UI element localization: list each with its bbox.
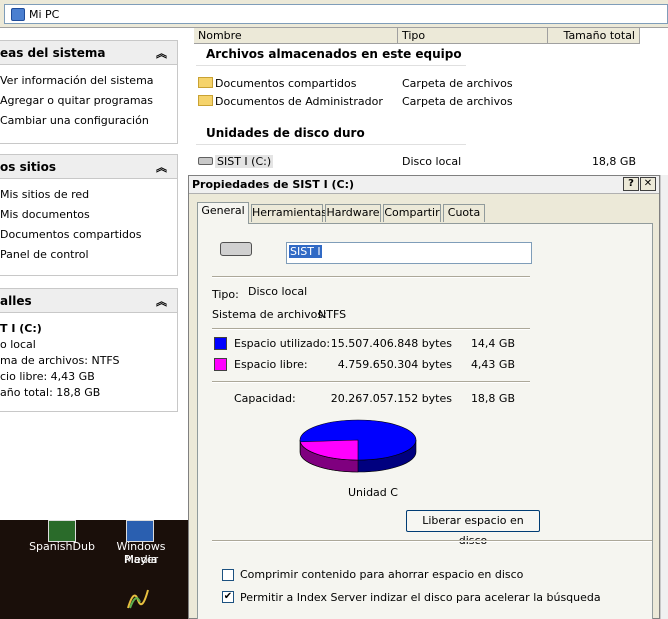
details-drive-name: T I (C:) [0, 322, 42, 335]
desktop-icon-label[interactable]: SpanishDub [26, 540, 98, 553]
used-bytes: 15.507.406.848 bytes [330, 337, 452, 350]
disk-label: Unidad C [348, 486, 398, 499]
disk-cleanup-button[interactable]: Liberar espacio en disco [406, 510, 540, 547]
column-header-size[interactable]: Tamaño total [548, 28, 640, 44]
other-places-header[interactable]: os sitios ︽ [0, 155, 177, 179]
tab-hardware[interactable]: Hardware [325, 204, 381, 222]
desktop-icon-label[interactable]: Player [100, 553, 182, 566]
system-tasks-header[interactable]: eas del sistema ︽ [0, 41, 177, 65]
column-header-type[interactable]: Tipo [398, 28, 548, 44]
hard-drive-icon [220, 242, 252, 256]
media-player-icon[interactable] [126, 520, 154, 542]
link-change-setting[interactable]: Cambiar una configuración [0, 111, 177, 131]
address-field[interactable]: Mi PC [4, 4, 668, 24]
help-button[interactable]: ? [623, 177, 639, 191]
other-places-box: os sitios ︽ Mis sitios de red Mis docume… [0, 154, 178, 276]
index-label[interactable]: Permitir a Index Server indizar el disco… [240, 591, 601, 604]
separator [212, 328, 530, 330]
link-add-remove-programs[interactable]: Agregar o quitar programas [0, 91, 177, 111]
fs-value: NTFS [318, 308, 347, 321]
desktop: SpanishDub Windows Media Player [0, 520, 190, 619]
compress-checkbox[interactable] [222, 569, 234, 581]
system-tasks-box: eas del sistema ︽ Ver información del si… [0, 40, 178, 144]
index-checkbox[interactable]: ✔ [222, 591, 234, 603]
item-size: 18,8 GB [591, 155, 636, 168]
disk-usage-pie [299, 419, 417, 473]
computer-icon [11, 8, 25, 21]
link-control-panel[interactable]: Panel de control [0, 245, 177, 265]
details-line: ma de archivos: NTFS [0, 354, 120, 367]
details-header[interactable]: alles ︽ [0, 289, 177, 313]
hard-drive-icon [198, 157, 213, 165]
other-places-title: os sitios [0, 160, 57, 174]
details-line: año total: 18,8 GB [0, 386, 101, 399]
folder-icon [198, 77, 213, 88]
type-value: Disco local [248, 285, 308, 298]
list-item[interactable]: Documentos de Administrador [198, 93, 383, 111]
tab-tools[interactable]: Herramientas [251, 204, 327, 222]
free-color-swatch [214, 358, 227, 371]
item-name: Documentos compartidos [215, 77, 357, 90]
dialog-title: Propiedades de SIST I (C:) [192, 178, 355, 191]
details-box: alles ︽ T I (C:) o local ma de archivos:… [0, 288, 178, 412]
task-pane: eas del sistema ︽ Ver información del si… [0, 28, 190, 528]
free-label: Espacio libre: [234, 358, 308, 371]
item-type: Disco local [402, 155, 462, 168]
vertical-scrollbar[interactable] [660, 175, 668, 619]
link-my-documents[interactable]: Mis documentos [0, 205, 177, 225]
spanishdub-icon[interactable] [48, 520, 76, 542]
link-shared-documents[interactable]: Documentos compartidos [0, 225, 177, 245]
list-item-drive[interactable]: SIST I (C:) [198, 153, 274, 171]
general-panel: SIST I Tipo: Disco local Sistema de arch… [197, 223, 653, 619]
capacity-gb: 18,8 GB [470, 392, 515, 405]
item-name: SIST I (C:) [215, 155, 274, 168]
separator [212, 381, 530, 383]
shortcut-icon[interactable] [124, 586, 152, 609]
address-text: Mi PC [29, 8, 60, 21]
collapse-chevron-icon[interactable]: ︽ [156, 159, 167, 175]
tab-general[interactable]: General [197, 202, 249, 224]
free-gb: 4,43 GB [470, 358, 515, 371]
item-type: Carpeta de archivos [402, 95, 513, 108]
properties-dialog: Propiedades de SIST I (C:) ? ✕ General H… [188, 175, 660, 619]
separator [212, 540, 652, 542]
separator [212, 276, 530, 278]
link-system-info[interactable]: Ver información del sistema [0, 71, 177, 91]
close-button[interactable]: ✕ [640, 177, 656, 191]
system-tasks-title: eas del sistema [0, 46, 106, 60]
volume-name-text: SIST I [289, 245, 322, 258]
capacity-bytes: 20.267.057.152 bytes [330, 392, 452, 405]
file-list: Nombre Tipo Tamaño total Archivos almace… [190, 28, 668, 178]
volume-name-input[interactable]: SIST I [286, 242, 532, 264]
capacity-label: Capacidad: [234, 392, 296, 405]
column-header-name[interactable]: Nombre [194, 28, 398, 44]
used-gb: 14,4 GB [470, 337, 515, 350]
folder-icon [198, 95, 213, 106]
details-line: cio libre: 4,43 GB [0, 370, 95, 383]
collapse-chevron-icon[interactable]: ︽ [156, 45, 167, 61]
group-header-files: Archivos almacenados en este equipo [206, 47, 462, 61]
fs-label: Sistema de archivos: [212, 308, 327, 321]
link-network-places[interactable]: Mis sitios de red [0, 185, 177, 205]
free-bytes: 4.759.650.304 bytes [337, 358, 452, 371]
details-title: alles [0, 294, 32, 308]
tab-sharing[interactable]: Compartir [383, 204, 441, 222]
group-divider [196, 65, 466, 66]
group-header-drives: Unidades de disco duro [206, 126, 365, 140]
list-item[interactable]: Documentos compartidos [198, 75, 357, 93]
address-bar: Mi PC [0, 0, 668, 28]
type-label: Tipo: [212, 288, 239, 301]
used-label: Espacio utilizado: [234, 337, 331, 350]
dialog-titlebar[interactable]: Propiedades de SIST I (C:) ? ✕ [189, 176, 659, 194]
used-color-swatch [214, 337, 227, 350]
item-name: Documentos de Administrador [215, 95, 383, 108]
tab-quota[interactable]: Cuota [443, 204, 485, 222]
screen: Mi PC eas del sistema ︽ Ver información … [0, 0, 668, 619]
item-type: Carpeta de archivos [402, 77, 513, 90]
group-divider [196, 144, 466, 145]
compress-label[interactable]: Comprimir contenido para ahorrar espacio… [240, 568, 523, 581]
details-line: o local [0, 338, 36, 351]
collapse-chevron-icon[interactable]: ︽ [156, 293, 167, 309]
